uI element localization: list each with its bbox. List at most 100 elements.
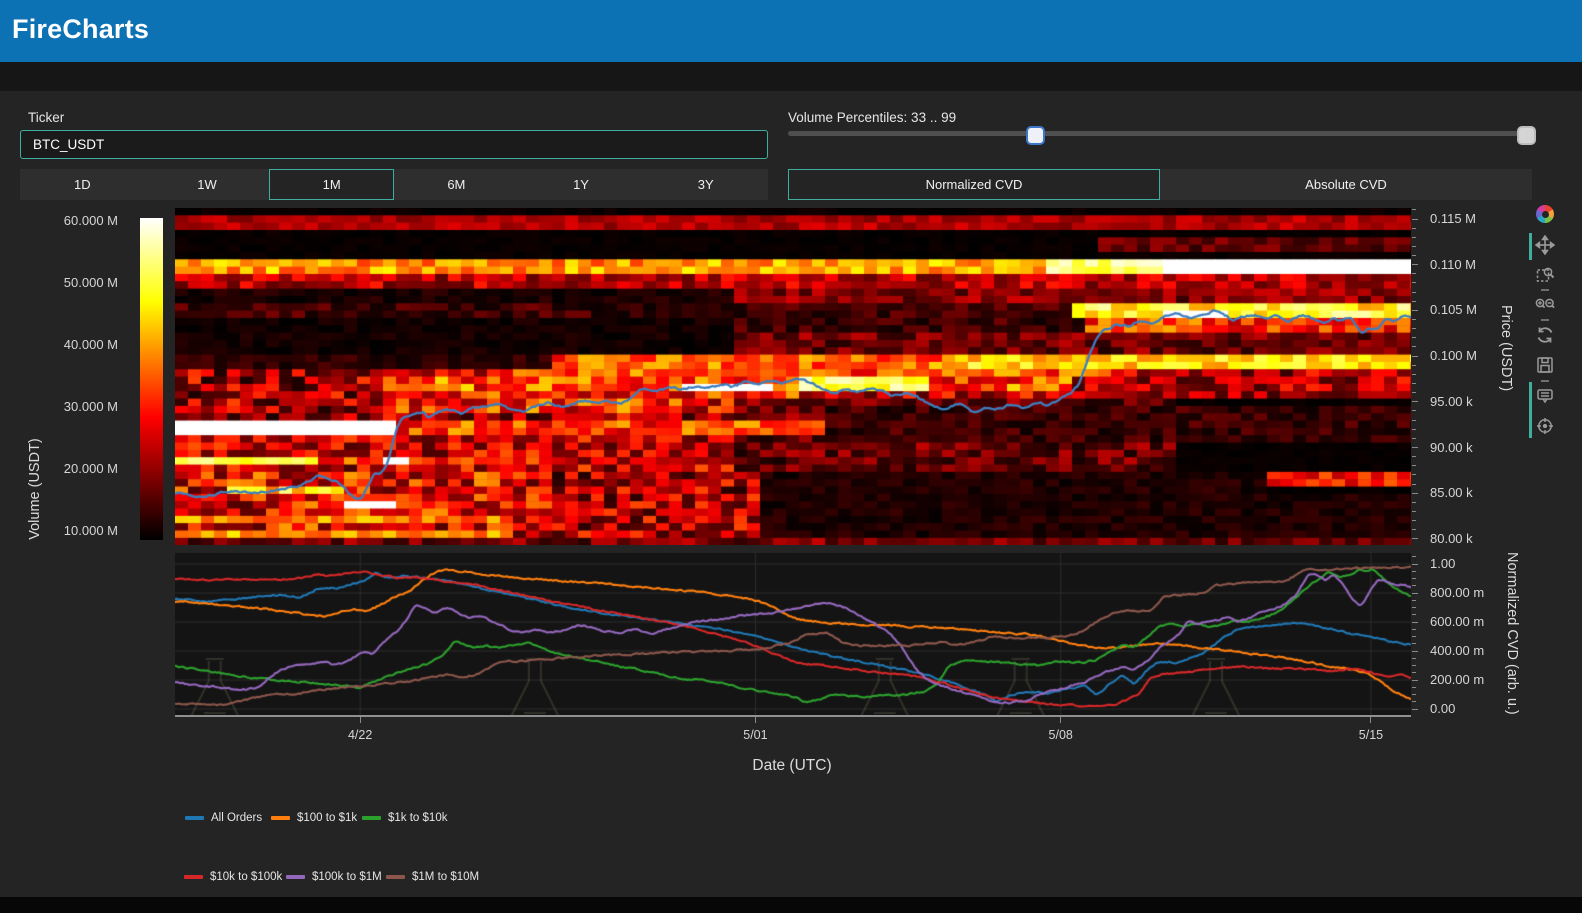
price-axis-tick [1412,292,1416,293]
range-button-1y[interactable]: 1Y [519,169,644,200]
price-axis-tick [1412,246,1416,247]
volume-tick-label: 20.000 M [8,461,118,476]
price-tick-label: 0.100 M [1430,348,1477,363]
cvd-tick-label: 1.00 [1430,556,1455,571]
cvd-button-normalized-cvd[interactable]: Normalized CVD [788,169,1160,200]
ticker-input[interactable] [20,130,768,159]
price-axis-tick [1412,282,1416,283]
time-range-button-group: 1D1W1M6M1Y3Y [20,169,768,200]
cvd-button-absolute-cvd[interactable]: Absolute CVD [1160,169,1532,200]
price-axis-tick [1412,410,1416,411]
range-button-3y[interactable]: 3Y [643,169,768,200]
legend-item--100-to-1k[interactable]: $100 to $1k [271,812,357,824]
cvd-axis-tick [1412,622,1418,623]
price-axis-tick [1412,356,1418,357]
range-button-6m[interactable]: 6M [394,169,519,200]
toggle-hover-icon[interactable] [1534,385,1556,407]
cvd-axis-tick [1412,651,1418,652]
legend-swatch [286,875,305,879]
legend-label: $10k to $100k [210,871,282,883]
price-axis-tick [1412,438,1416,439]
price-axis-tick [1412,255,1416,256]
cvd-axis-tick [1412,672,1416,673]
modebar-active-indicator [1529,233,1532,260]
cvd-axis-tick [1412,643,1416,644]
modebar-active-indicator [1529,382,1532,438]
date-tick-label: 5/08 [1049,728,1073,742]
price-axis-tick [1412,538,1418,539]
bottom-bar [0,897,1582,913]
price-axis-tick [1412,264,1418,265]
date-axis-tick [1060,717,1061,723]
legend-item--10k-to-100k[interactable]: $10k to $100k [184,871,282,883]
legend-item--100k-to-1m[interactable]: $100k to $1M [286,871,382,883]
range-button-1w[interactable]: 1W [145,169,270,200]
cvd-axis-tick [1412,709,1418,710]
volume-tick-label: 10.000 M [8,523,118,538]
price-tick-label: 85.00 k [1430,485,1473,500]
app-title: FireCharts [12,14,149,45]
legend-item-all-orders[interactable]: All Orders [185,812,262,824]
cvd-tick-label: 400.00 m [1430,643,1484,658]
box-zoom-icon[interactable] [1534,264,1556,286]
cvd-axis-tick [1412,564,1418,565]
price-axis-tick [1412,520,1416,521]
cvd-axis-tick [1412,665,1416,666]
percentile-slider-handle-high[interactable] [1517,126,1536,145]
modebar-separator [1541,289,1549,291]
cvd-axis-tick [1412,578,1416,579]
price-axis-tick [1412,392,1416,393]
price-axis-tick [1412,219,1418,220]
volume-tick-label: 30.000 M [8,399,118,414]
autoscale-icon[interactable] [1534,324,1556,346]
date-tick-label: 5/15 [1359,728,1383,742]
price-axis-tick [1412,319,1416,320]
subheader-strip [0,62,1582,91]
volume-tick-label: 50.000 M [8,275,118,290]
cvd-mode-button-group: Normalized CVDAbsolute CVD [788,169,1532,200]
legend-swatch [362,816,381,820]
cvd-axis-tick [1412,636,1416,637]
modebar-separator [1541,380,1549,382]
price-axis-tick [1412,301,1416,302]
save-image-icon[interactable] [1534,354,1556,376]
date-axis-tick [755,717,756,723]
legend-swatch [271,816,290,820]
pan-icon[interactable] [1534,234,1556,256]
legend-item--1k-to-10k[interactable]: $1k to $10k [362,812,447,824]
price-axis-tick [1412,420,1416,421]
cvd-line-plot[interactable] [175,553,1411,715]
price-axis-tick [1412,365,1416,366]
legend-label: $100k to $1M [312,871,382,883]
legend-item--1m-to-10m[interactable]: $1M to $10M [386,871,479,883]
cvd-tick-label: 600.00 m [1430,614,1484,629]
price-axis-tick [1412,228,1416,229]
price-axis-tick [1412,511,1416,512]
price-axis-tick [1412,237,1416,238]
legend-label: All Orders [211,812,262,824]
toggle-spikelines-icon[interactable] [1534,415,1556,437]
price-axis-tick [1412,310,1418,311]
cvd-axis-tick [1412,614,1416,615]
price-axis-tick [1412,328,1416,329]
price-axis-title: Price (USDT) [1498,305,1514,391]
price-axis-tick [1412,456,1416,457]
volume-heatmap-plot[interactable] [175,208,1411,545]
price-axis-tick [1412,484,1416,485]
plotly-logo-icon[interactable] [1536,205,1554,223]
zoom-in-out-icon[interactable] [1534,294,1556,316]
range-button-1m[interactable]: 1M [269,169,394,200]
price-axis-tick [1412,529,1416,530]
legend-swatch [184,875,203,879]
cvd-axis-tick [1412,694,1416,695]
percentile-slider-handle-low[interactable] [1026,126,1045,145]
range-button-1d[interactable]: 1D [20,169,145,200]
modebar-separator [1541,319,1549,321]
volume-axis-title: Volume (USDT) [27,419,43,559]
legend-swatch [386,875,405,879]
price-axis-tick [1412,209,1416,210]
cvd-axis-tick [1412,585,1416,586]
price-axis-tick [1412,337,1416,338]
price-axis-tick [1412,346,1416,347]
percentile-slider-track[interactable] [788,131,1532,136]
